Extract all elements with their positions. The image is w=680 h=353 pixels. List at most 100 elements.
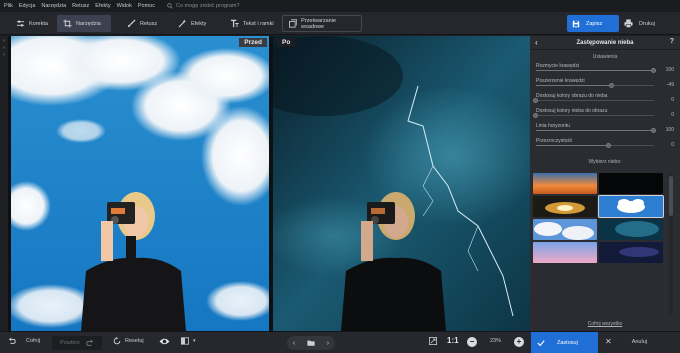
- tab-narzedzia-label: Narzędzia: [76, 20, 101, 27]
- tab-narzedzia[interactable]: Narzędzia: [57, 15, 111, 32]
- slider-value: 100: [665, 67, 674, 73]
- printer-icon: [624, 19, 633, 28]
- slider-track[interactable]: [536, 83, 654, 88]
- help-search[interactable]: Co mogę zrobić program?: [167, 3, 240, 9]
- slider-track[interactable]: [536, 128, 656, 133]
- chevron-right-icon: ›: [3, 52, 5, 58]
- brush-icon: [127, 19, 136, 28]
- slider-row: Dostosuj kolory obrazu do nieba 0: [533, 93, 674, 108]
- tab-retusz-label: Retusz: [140, 20, 158, 27]
- sky-thumbnail[interactable]: [599, 219, 663, 240]
- menu-item-retusz[interactable]: Retusz: [72, 3, 89, 9]
- undo-icon: [8, 337, 16, 344]
- menu-bar: Plik Edycja Narzędzia Retusz Efekty Wido…: [0, 0, 680, 12]
- tab-efekty-label: Efekty: [191, 20, 207, 27]
- slider-label: Poszerzenie krawędzi: [536, 78, 585, 84]
- sky-thumbnail[interactable]: [533, 219, 597, 240]
- menu-item-plik[interactable]: Plik: [4, 3, 13, 9]
- menu-item-pomoc[interactable]: Pomoc: [138, 3, 155, 9]
- apply-label: Zastosuj: [557, 340, 578, 346]
- panel-header: ‹ Zastępowanie nieba ?: [530, 36, 680, 50]
- menu-item-widok[interactable]: Widok: [117, 3, 132, 9]
- slider-track[interactable]: [536, 68, 656, 73]
- slider-track[interactable]: [536, 143, 654, 148]
- checkmark-icon: [537, 340, 545, 347]
- slider-value: 100: [665, 127, 674, 133]
- slider-track[interactable]: [533, 113, 654, 118]
- scrollbar-thumb[interactable]: [669, 176, 673, 216]
- after-label: Po: [277, 38, 296, 47]
- menu-item-edycja[interactable]: Edycja: [19, 3, 36, 9]
- slider-row: Linia horyzontu 100: [536, 123, 674, 138]
- text-icon: [230, 19, 239, 28]
- slider-handle[interactable]: [533, 98, 538, 103]
- sky-thumbnail[interactable]: [599, 242, 663, 263]
- redo-label: Powtórz: [60, 340, 80, 346]
- eye-icon: [159, 338, 170, 345]
- slider-handle[interactable]: [651, 68, 656, 73]
- help-icon[interactable]: ?: [670, 38, 674, 45]
- slider-label: Dostosuj kolory obrazu do nieba: [536, 93, 608, 99]
- folder-icon[interactable]: [307, 339, 315, 347]
- slider-label: Dostosuj kolory nieba do obrazu: [536, 108, 608, 114]
- slider-handle[interactable]: [606, 143, 612, 148]
- undo-all-link[interactable]: Cofnij wszystko: [530, 321, 680, 327]
- sliders-icon: [16, 20, 25, 27]
- reset-icon: [113, 337, 121, 345]
- apply-button[interactable]: Zastosuj: [531, 332, 598, 353]
- undo-button[interactable]: Cofnij: [8, 337, 40, 345]
- sky-replacement-panel: ‹ Zastępowanie nieba ? Ustawienia Rozmyc…: [530, 36, 680, 331]
- sky-list-scrollbar[interactable]: [669, 174, 673, 314]
- preview-toggle[interactable]: [159, 337, 170, 346]
- zoom-percentage[interactable]: 23%: [490, 338, 501, 344]
- image-navigation: ‹ ›: [287, 336, 335, 350]
- print-button[interactable]: Drukuj: [624, 15, 655, 32]
- reset-button[interactable]: Resetuj: [113, 337, 144, 345]
- slider-handle[interactable]: [533, 113, 538, 118]
- search-icon: [167, 3, 173, 9]
- tab-korekta[interactable]: Korekta: [10, 15, 54, 32]
- tab-retusz[interactable]: Retusz: [121, 15, 163, 32]
- slider-track[interactable]: [533, 98, 654, 103]
- image-canvas[interactable]: Przed Po: [8, 36, 530, 331]
- zoom-in-button[interactable]: +: [514, 337, 524, 347]
- chevron-right-icon: ›: [3, 38, 5, 44]
- sky-thumbnail[interactable]: [533, 173, 597, 194]
- sky-picker-title: Wybierz niebo:: [588, 159, 622, 165]
- redo-button[interactable]: Powtórz: [52, 336, 102, 350]
- batch-processing-label: Przetwarzanie wsadowe: [301, 17, 337, 30]
- compare-view-button[interactable]: ▾: [181, 337, 196, 345]
- tab-tekst-label: Tekst i ramki: [243, 20, 274, 27]
- sky-thumbnail-selected[interactable]: [598, 195, 664, 218]
- fit-to-screen-button[interactable]: [429, 337, 437, 345]
- cancel-button[interactable]: ✕ Anuluj: [605, 337, 647, 346]
- tab-tekst-i-ramki[interactable]: Tekst i ramki: [224, 15, 280, 32]
- zoom-out-button[interactable]: −: [467, 337, 477, 347]
- slider-label: Linia horyzontu: [536, 123, 570, 129]
- slider-row: Rozmycie krawędzi 100: [536, 63, 674, 78]
- menu-item-narzedzia[interactable]: Narzędzia: [41, 3, 66, 9]
- settings-section-title: Ustawienia: [592, 54, 618, 60]
- after-photo: Po: [273, 36, 530, 331]
- previous-image-icon[interactable]: ‹: [293, 340, 295, 347]
- floppy-disk-icon: [572, 20, 580, 27]
- slider-fill: [536, 145, 610, 146]
- save-button[interactable]: Zapisz: [567, 15, 619, 32]
- sky-thumbnail[interactable]: [533, 242, 597, 263]
- slider-fill: [536, 130, 654, 131]
- slider-row: Poszerzenie krawędzi -49: [536, 78, 674, 93]
- next-image-icon[interactable]: ›: [327, 340, 329, 347]
- back-arrow-icon[interactable]: ‹: [535, 38, 538, 47]
- actual-size-button[interactable]: 1:1: [447, 336, 459, 345]
- menu-item-efekty[interactable]: Efekty: [95, 3, 110, 9]
- chevron-right-icon: ›: [3, 45, 5, 51]
- sky-thumbnail[interactable]: [599, 173, 663, 194]
- slider-handle[interactable]: [651, 128, 656, 133]
- sky-thumbnail[interactable]: [533, 196, 597, 217]
- slider-fill: [536, 85, 612, 86]
- slider-handle[interactable]: [608, 83, 614, 88]
- batch-processing-button[interactable]: Przetwarzanie wsadowe: [282, 15, 362, 32]
- tab-efekty[interactable]: Efekty: [172, 15, 212, 32]
- tab-korekta-label: Korekta: [29, 20, 48, 27]
- left-panel-toggle-strip[interactable]: › › ›: [0, 36, 8, 331]
